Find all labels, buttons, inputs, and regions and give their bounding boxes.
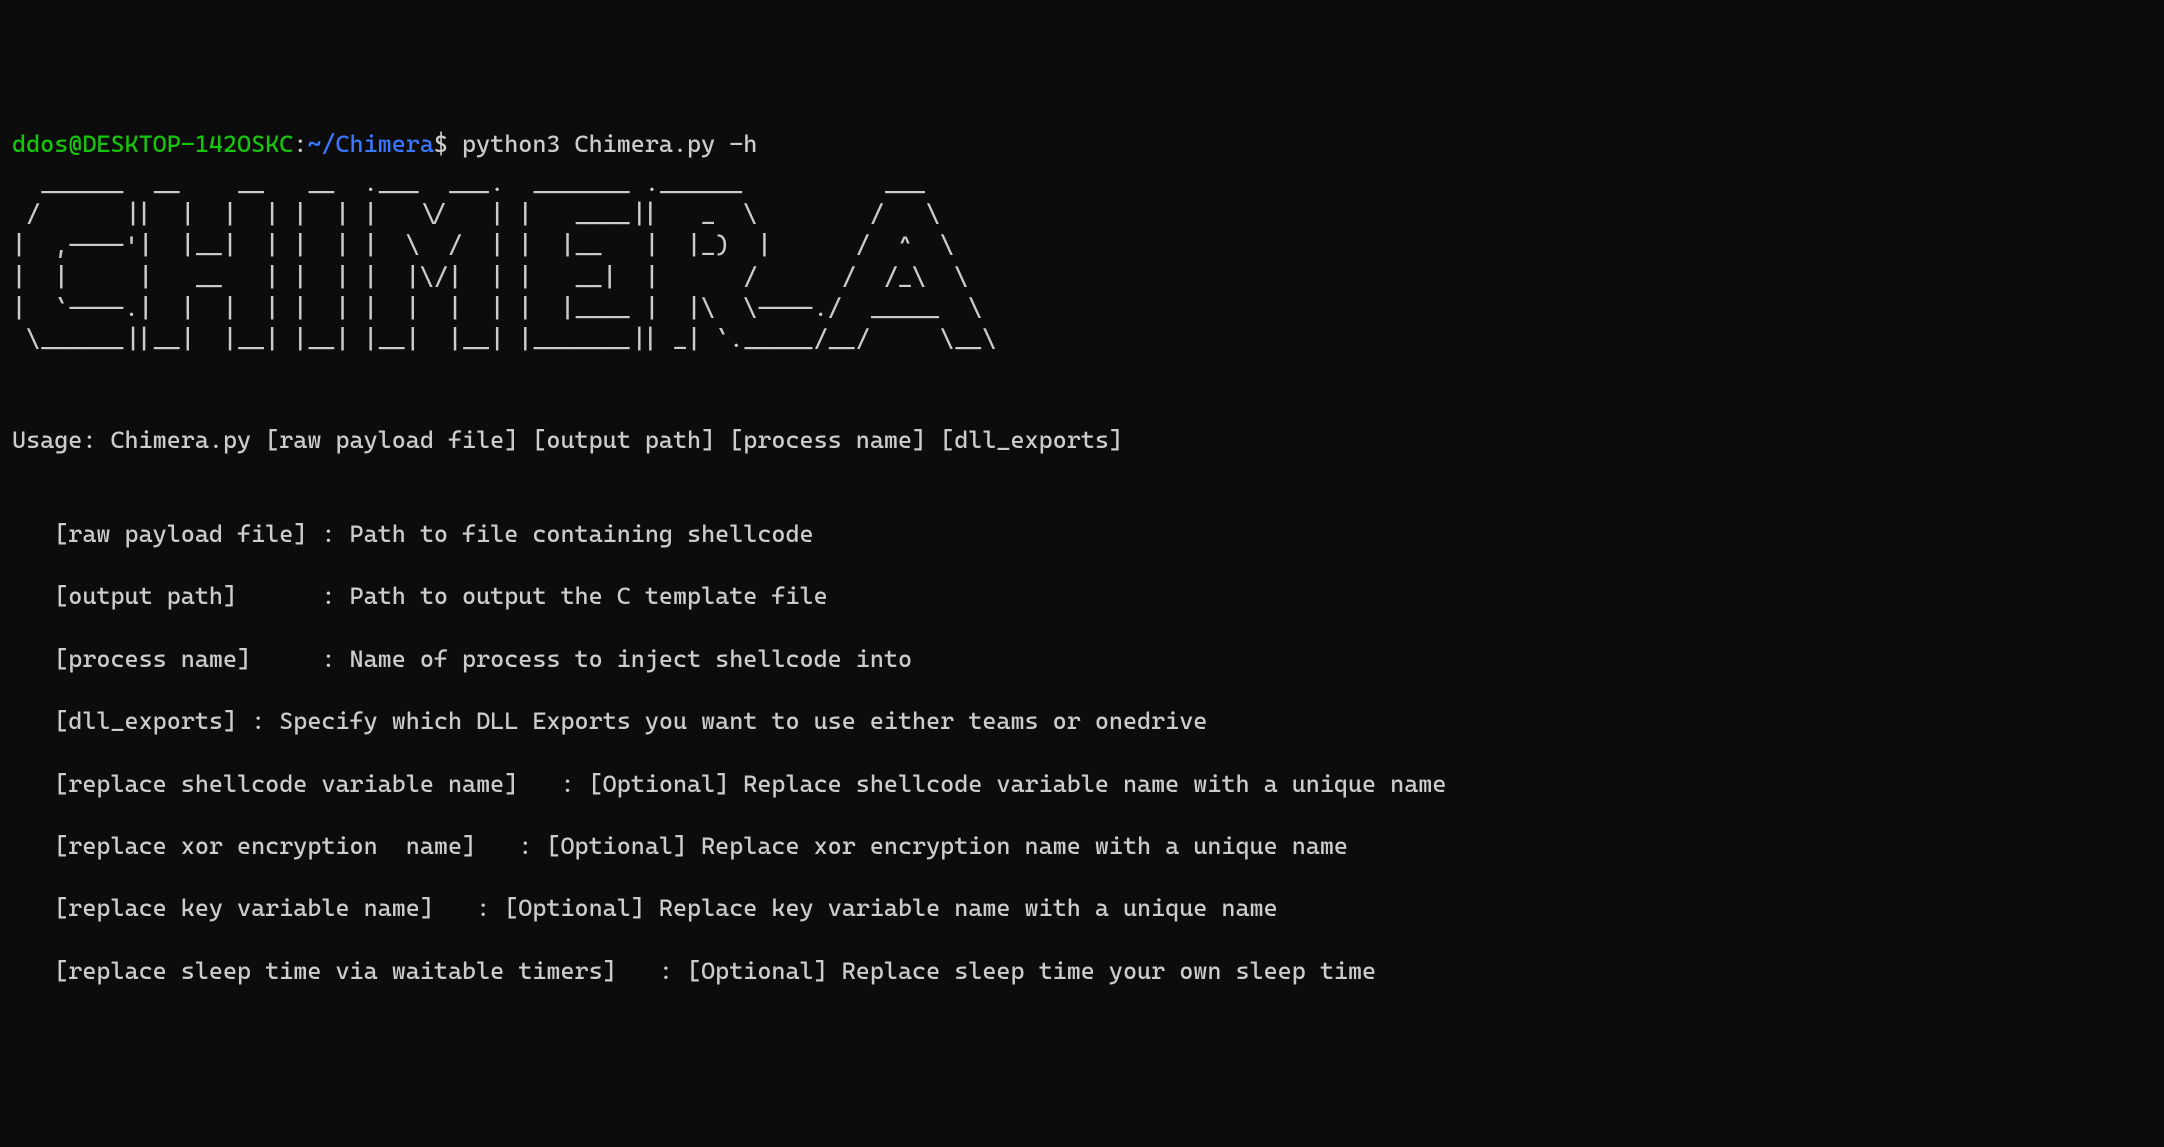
terminal-output: ddos@DESKTOP-142OSKC:~/Chimera$ python3 … (12, 129, 2152, 987)
help-line: [dll_exports] : Specify which DLL Export… (12, 706, 2152, 737)
help-line: [process name] : Name of process to inje… (12, 644, 2152, 675)
help-line: [raw payload file] : Path to file contai… (12, 519, 2152, 550)
help-line: [output path] : Path to output the C tem… (12, 581, 2152, 612)
prompt-path: ~/Chimera (307, 130, 434, 158)
help-line: [replace sleep time via waitable timers]… (12, 956, 2152, 987)
help-line: [replace shellcode variable name] : [Opt… (12, 769, 2152, 800)
prompt-user: ddos@DESKTOP-142OSKC (12, 130, 293, 158)
help-line: [replace xor encryption name] : [Optiona… (12, 831, 2152, 862)
prompt-dollar: $ (434, 130, 462, 158)
prompt-colon: : (293, 130, 307, 158)
help-line: [replace key variable name] : [Optional]… (12, 893, 2152, 924)
ascii-banner: ______ __ __ __ .___ ___. _______ ._____… (12, 168, 2152, 355)
command-text: python3 Chimera.py -h (462, 130, 757, 158)
usage-line: Usage: Chimera.py [raw payload file] [ou… (12, 425, 2152, 456)
